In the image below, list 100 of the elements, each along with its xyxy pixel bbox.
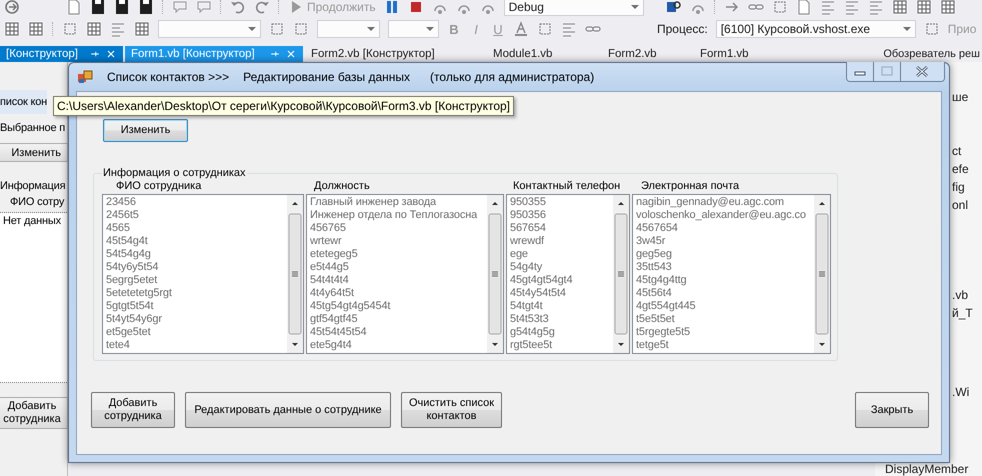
scrollbar[interactable]: [287, 195, 303, 353]
list-item[interactable]: 54t4t4t4: [310, 274, 487, 287]
tree-item[interactable]: onl: [952, 196, 968, 214]
tree-item[interactable]: .Wi: [952, 383, 970, 401]
list-item[interactable]: gtf54gtf45: [310, 313, 487, 326]
list-item[interactable]: etetegeg5: [310, 248, 487, 261]
list-item[interactable]: 4gt554gt445: [636, 300, 814, 313]
configuration-dropdown[interactable]: Debug: [504, 0, 644, 16]
close-icon[interactable]: [105, 48, 117, 60]
list-item[interactable]: 45tg4g4ttg: [636, 274, 814, 287]
list-item[interactable]: 23456: [106, 196, 287, 209]
floppy-icon[interactable]: [138, 0, 154, 15]
add-employee-button[interactable]: Добавить сотрудника: [0, 397, 68, 429]
list-item[interactable]: wrtewr: [310, 235, 487, 248]
list-item[interactable]: 5egrg5etet: [106, 274, 287, 287]
list-item[interactable]: Инженер отдела по Теплогазосна: [310, 209, 487, 222]
scrollbar[interactable]: [613, 195, 629, 353]
document-tab[interactable]: [Конструктор]: [0, 46, 123, 62]
list-item[interactable]: 2456t5: [106, 209, 287, 222]
process-dropdown[interactable]: [6100] Курсовой.vshost.exe: [716, 20, 916, 38]
speech-bubble-icon[interactable]: [172, 0, 188, 15]
undo-icon[interactable]: [230, 0, 246, 15]
list-item[interactable]: 950355: [510, 196, 613, 209]
action-button[interactable]: Редактировать данные о сотруднике: [185, 392, 391, 428]
list-item[interactable]: 54ty6y5t54: [106, 261, 287, 274]
close-icon[interactable]: [900, 62, 944, 81]
selection-icon[interactable]: [62, 21, 78, 37]
dropdown-field[interactable]: [158, 20, 261, 38]
action-button[interactable]: Добавить сотрудника: [91, 392, 175, 428]
list-item[interactable]: 567654: [510, 222, 613, 235]
redo-icon[interactable]: [254, 0, 270, 15]
list-item[interactable]: tetge5t: [636, 339, 814, 352]
floppy-icon[interactable]: [90, 0, 106, 15]
document-tab[interactable]: Form1.vb [Конструктор]: [125, 46, 303, 62]
table-icon[interactable]: [892, 0, 908, 15]
document-tab[interactable]: Form1.vb: [694, 46, 774, 62]
list-item[interactable]: 5t4yt54y6gr: [106, 313, 287, 326]
font-color-icon[interactable]: [513, 21, 529, 37]
tree-item[interactable]: ше: [952, 88, 968, 106]
document-tab[interactable]: Form2.vb [Конструктор]: [305, 46, 485, 62]
scrollbar[interactable]: [814, 195, 830, 353]
table-icon[interactable]: [134, 21, 150, 37]
selection-icon[interactable]: [537, 21, 553, 37]
page-icon[interactable]: [66, 0, 82, 15]
dropdown-field[interactable]: [388, 20, 439, 38]
list-item[interactable]: geg5eg: [636, 248, 814, 261]
selection-icon[interactable]: [772, 0, 788, 15]
table-icon[interactable]: [916, 0, 932, 15]
table-icon[interactable]: [86, 21, 102, 37]
list-item[interactable]: voloschenko_alexander@eu.agc.co: [636, 209, 814, 222]
list-item[interactable]: 54tgt4t: [510, 300, 613, 313]
list-item[interactable]: 54g4ty: [510, 261, 613, 274]
list-item[interactable]: 3w45r: [636, 235, 814, 248]
list-item[interactable]: 54t54g4g: [106, 248, 287, 261]
dropdown-field[interactable]: [317, 20, 380, 38]
list-item[interactable]: ege: [510, 248, 613, 261]
list-item[interactable]: g54t4g5g: [510, 326, 613, 339]
selection-icon[interactable]: [293, 21, 309, 37]
list-item[interactable]: et5ge5tet: [106, 326, 287, 339]
align-icon[interactable]: [820, 0, 836, 15]
list-item[interactable]: 4567654: [636, 222, 814, 235]
edit-button[interactable]: Изменить: [0, 143, 68, 162]
list-item[interactable]: 4t4y64t5t: [310, 287, 487, 300]
speech-bubble-icon[interactable]: [196, 0, 212, 15]
close-icon[interactable]: [285, 48, 297, 60]
tree-item[interactable]: efe: [952, 160, 969, 178]
tree-item[interactable]: .vb: [952, 286, 968, 304]
minimize-icon[interactable]: [847, 62, 873, 81]
selection-icon[interactable]: [924, 21, 940, 37]
table-icon[interactable]: [4, 21, 20, 37]
align-icon[interactable]: [110, 21, 126, 37]
tree-item[interactable]: fig: [952, 178, 965, 196]
list-item[interactable]: nagibin_gennady@eu.agc.com: [636, 196, 814, 209]
list-item[interactable]: 35tt543: [636, 261, 814, 274]
list-item[interactable]: wrewdf: [510, 235, 613, 248]
list-item[interactable]: 5etetetetg5rgt: [106, 287, 287, 300]
list-item[interactable]: e5t44g5: [310, 261, 487, 274]
list-item[interactable]: 45gt4gt54gt4: [510, 274, 613, 287]
list-item[interactable]: 45t54t45t54: [310, 326, 487, 339]
table-icon[interactable]: [940, 0, 956, 15]
action-button[interactable]: Очистить список контактов: [401, 392, 502, 428]
list-item[interactable]: 5t4t53t3: [510, 313, 613, 326]
list-item[interactable]: 45t54g4t: [106, 235, 287, 248]
list-item[interactable]: 5gtgt5t54t: [106, 300, 287, 313]
align-icon[interactable]: [561, 21, 577, 37]
list-item[interactable]: 45tg54gt4g5454t: [310, 300, 487, 313]
list-item[interactable]: 45t56t4: [636, 287, 814, 300]
align-icon[interactable]: [844, 0, 860, 15]
maximize-icon[interactable]: [873, 62, 900, 81]
edit-button[interactable]: Изменить: [103, 119, 188, 142]
align-icon[interactable]: [868, 0, 884, 15]
action-button[interactable]: Закрыть: [855, 392, 929, 428]
document-tab[interactable]: Form2.vb: [602, 46, 692, 62]
floppy-icon[interactable]: [114, 0, 130, 15]
find-icon[interactable]: [666, 0, 682, 15]
list-item[interactable]: t5rgegte5t5: [636, 326, 814, 339]
selection-icon[interactable]: [269, 21, 285, 37]
list-item[interactable]: 45t4y54t5t4: [510, 287, 613, 300]
list-item[interactable]: 4565: [106, 222, 287, 235]
list-item[interactable]: Главный инженер завода: [310, 196, 487, 209]
